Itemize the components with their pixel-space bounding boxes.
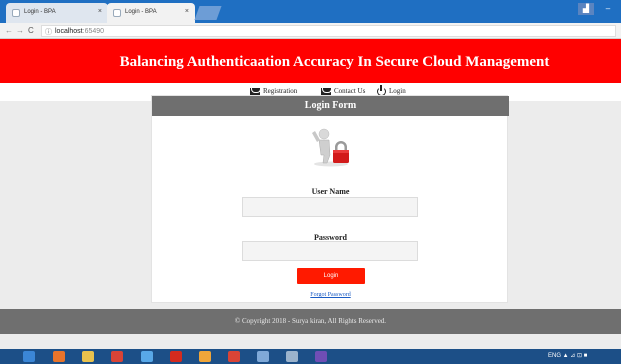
- file-explorer-icon[interactable]: [82, 351, 94, 362]
- chrome-icon[interactable]: [111, 351, 123, 362]
- chrome-icon[interactable]: [228, 351, 240, 362]
- reload-icon[interactable]: C: [28, 26, 34, 35]
- user-profile-icon[interactable]: ▟: [578, 3, 594, 15]
- forgot-password-link[interactable]: Forgot Password: [152, 292, 509, 298]
- visual-studio-icon[interactable]: [315, 351, 327, 362]
- url-text: localhost:65490: [55, 28, 105, 35]
- envelope-icon: [250, 87, 261, 95]
- system-tray[interactable]: ENG ▲ ⊿ ⊡ ■: [548, 352, 587, 359]
- vlc-icon[interactable]: [286, 351, 298, 362]
- page-favicon-icon: [12, 9, 20, 17]
- page-favicon-icon: [113, 9, 121, 17]
- login-button[interactable]: Login: [297, 268, 365, 284]
- menu-item-label: Contact Us: [334, 87, 366, 95]
- padlock-person-icon: [312, 128, 349, 167]
- tab-strip: Login - BPA × Login - BPA × ▟ –: [0, 0, 621, 23]
- menu-item-registration[interactable]: Registration: [250, 87, 297, 95]
- login-form-heading: Login Form: [152, 96, 509, 116]
- site-header: Balancing Authenticaation Accuracy In Se…: [0, 39, 621, 83]
- internet-explorer-icon[interactable]: [141, 351, 153, 362]
- tab-title: Login - BPA: [125, 9, 157, 15]
- site-title: Balancing Authenticaation Accuracy In Se…: [119, 54, 550, 70]
- paint-icon[interactable]: [199, 351, 211, 362]
- tab-title: Login - BPA: [24, 9, 56, 15]
- close-tab-icon[interactable]: ×: [185, 8, 189, 15]
- browser-tab-1[interactable]: Login - BPA ×: [6, 3, 108, 23]
- chrome-icon[interactable]: [23, 351, 35, 362]
- login-form-card: Login Form User Name Password Login Forg…: [151, 95, 509, 303]
- url-input[interactable]: ⓘ localhost:65490: [41, 25, 616, 37]
- site-footer: © Copyright 2018 - Surya kiran, All Righ…: [0, 309, 621, 334]
- menu-item-label: Registration: [263, 87, 298, 95]
- page-content: Balancing Authenticaation Accuracy In Se…: [0, 39, 621, 352]
- menu-item-contact-us[interactable]: Contact Us: [321, 87, 365, 95]
- back-arrow-icon[interactable]: ←: [5, 26, 13, 35]
- address-bar: ← → C ⓘ localhost:65490: [0, 23, 621, 39]
- acrobat-icon[interactable]: [170, 351, 182, 362]
- site-info-icon[interactable]: ⓘ: [45, 27, 52, 37]
- browser-window: Login - BPA × Login - BPA × ▟ – ← → C ⓘ …: [0, 0, 621, 364]
- os-taskbar: ENG ▲ ⊿ ⊡ ■: [0, 349, 621, 364]
- windows-media-icon[interactable]: [53, 351, 65, 362]
- menu-item-label: Login: [389, 87, 406, 96]
- forward-arrow-icon[interactable]: →: [16, 26, 24, 35]
- notes-icon[interactable]: [257, 351, 269, 362]
- username-label: User Name: [311, 187, 350, 196]
- new-tab-button[interactable]: [194, 6, 222, 20]
- password-input[interactable]: [242, 241, 418, 261]
- browser-tab-2[interactable]: Login - BPA ×: [107, 3, 195, 23]
- username-input[interactable]: [242, 197, 418, 217]
- close-tab-icon[interactable]: ×: [98, 8, 102, 15]
- minimize-button[interactable]: –: [600, 3, 616, 15]
- envelope-icon: [321, 87, 332, 95]
